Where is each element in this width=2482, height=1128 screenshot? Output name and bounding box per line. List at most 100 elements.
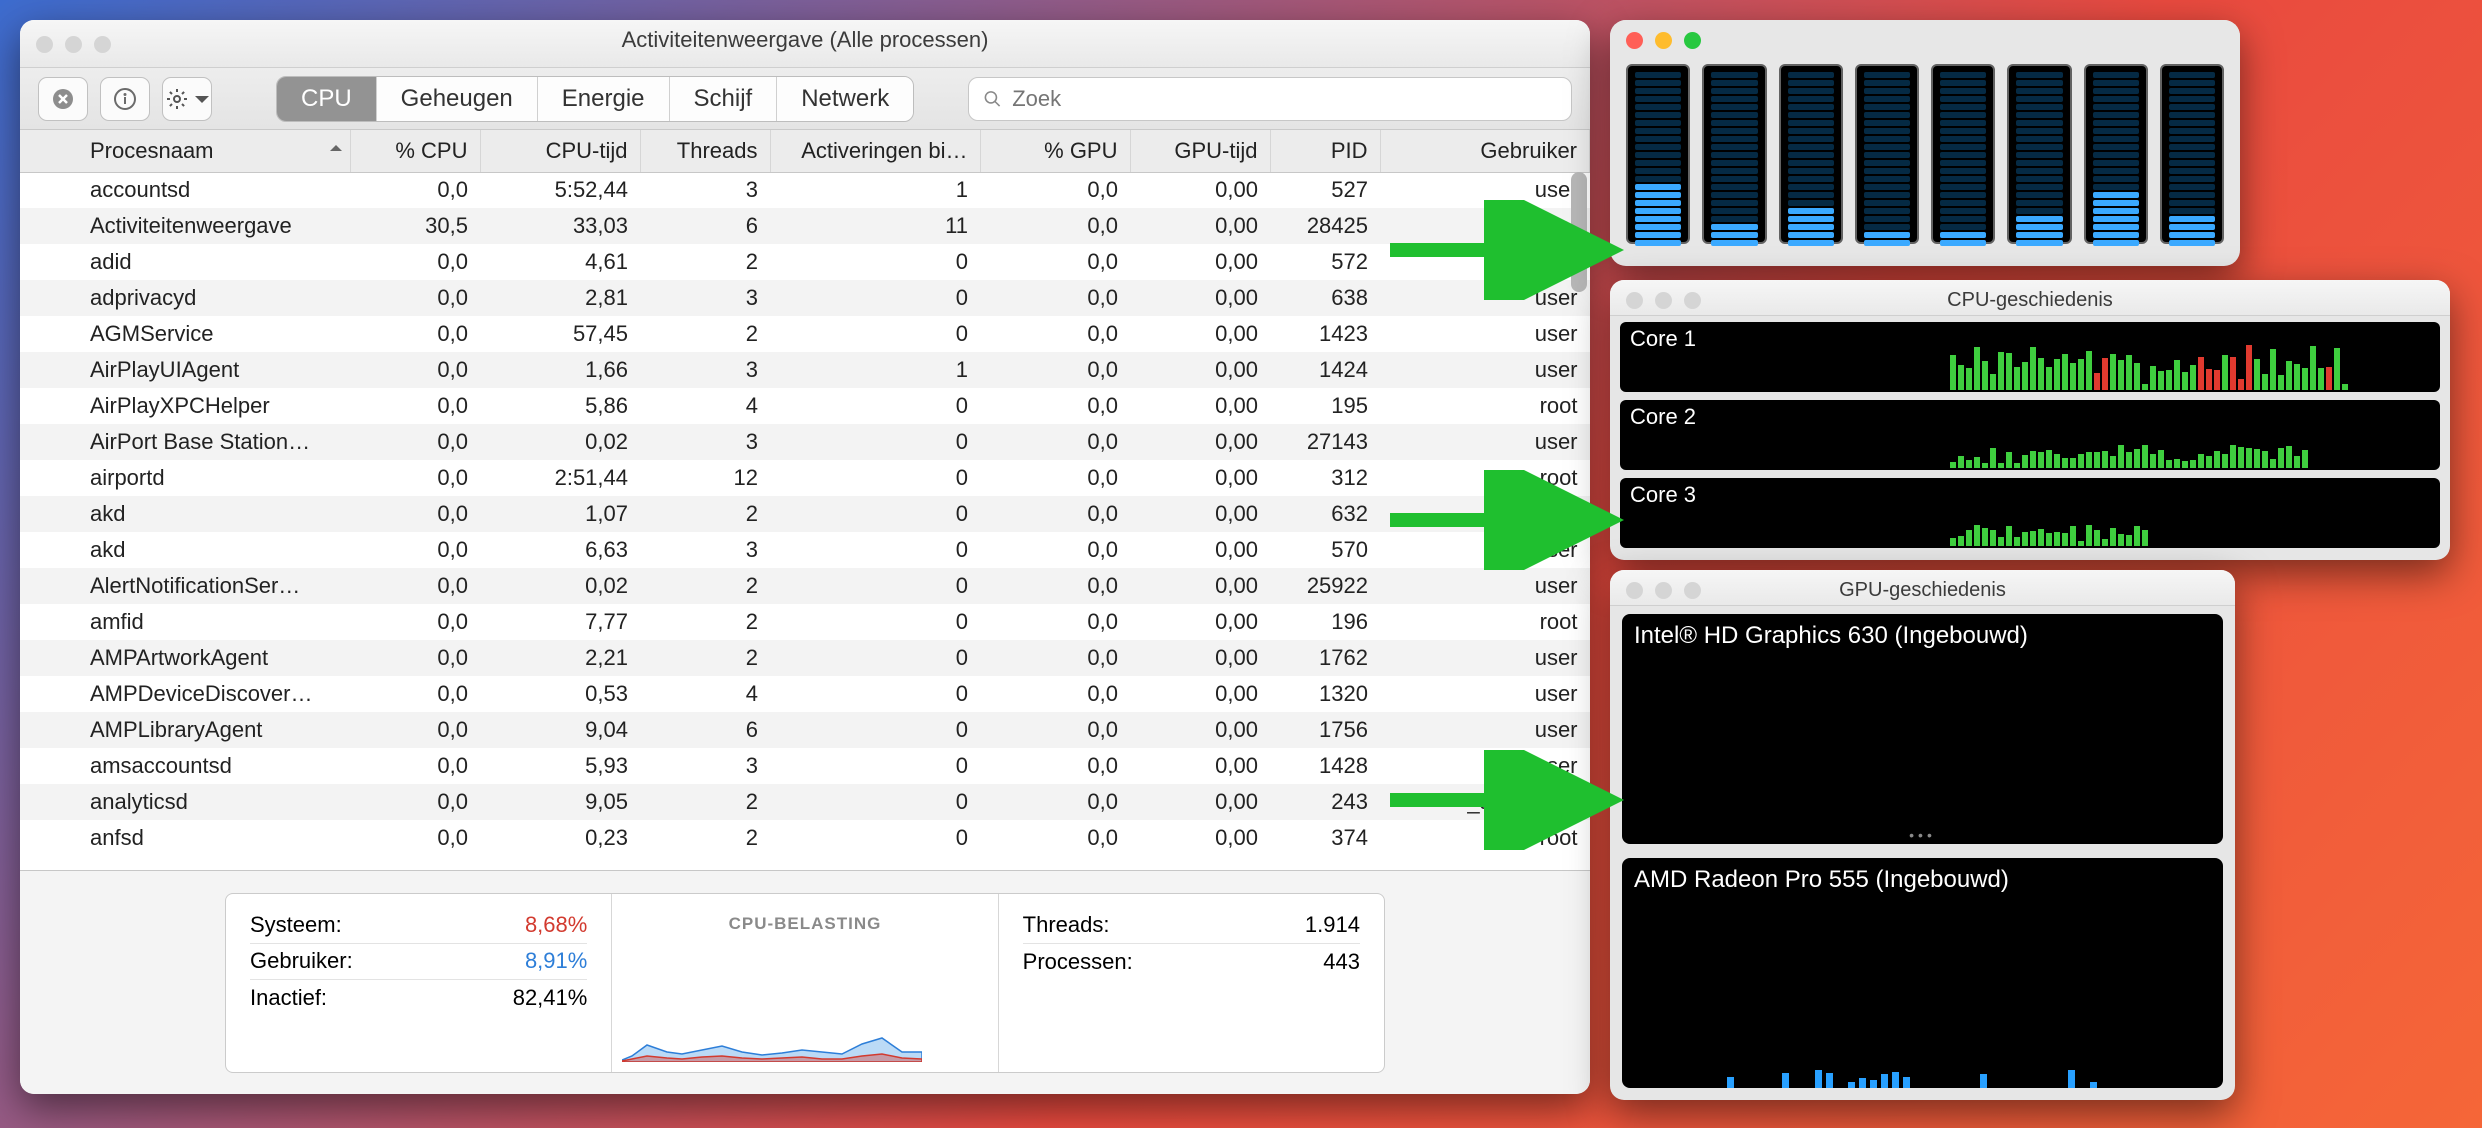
scrollbar[interactable] bbox=[1571, 172, 1587, 292]
gpu-history-window: GPU-geschiedenis Intel® HD Graphics 630 … bbox=[1610, 570, 2235, 1100]
table-row[interactable]: airportd0,02:51,441200,00,00312root bbox=[20, 460, 1590, 496]
sort-ascending-icon bbox=[330, 139, 342, 151]
cell-user: user bbox=[1380, 280, 1590, 316]
cell-cputime: 1,66 bbox=[480, 352, 640, 388]
cell-gputime: 0,00 bbox=[1130, 172, 1270, 208]
cell-pid: 638 bbox=[1270, 280, 1380, 316]
table-row[interactable]: AMPArtworkAgent0,02,21200,00,001762user bbox=[20, 640, 1590, 676]
core-label: Core 1 bbox=[1630, 326, 1696, 352]
column-header[interactable]: % CPU bbox=[350, 130, 480, 172]
column-header[interactable]: PID bbox=[1270, 130, 1380, 172]
table-row[interactable]: accountsd0,05:52,44310,00,00527user bbox=[20, 172, 1590, 208]
table-row[interactable]: akd0,01,07200,00,00632root bbox=[20, 496, 1590, 532]
cell-cpu: 0,0 bbox=[350, 316, 480, 352]
traffic-lights bbox=[1626, 32, 1701, 49]
column-header[interactable]: CPU-tijd bbox=[480, 130, 640, 172]
cell-pid: 1320 bbox=[1270, 676, 1380, 712]
cell-gputime: 0,00 bbox=[1130, 208, 1270, 244]
column-header[interactable]: GPU-tijd bbox=[1130, 130, 1270, 172]
titlebar[interactable]: GPU-geschiedenis bbox=[1610, 570, 2235, 606]
tab-schijf[interactable]: Schijf bbox=[670, 77, 778, 121]
column-header[interactable]: Gebruiker bbox=[1380, 130, 1590, 172]
cell-gpu: 0,0 bbox=[980, 172, 1130, 208]
maximize-icon[interactable] bbox=[1684, 32, 1701, 49]
table-row[interactable]: AirPlayUIAgent0,01,66310,00,001424user bbox=[20, 352, 1590, 388]
cell-threads: 2 bbox=[640, 496, 770, 532]
tab-energie[interactable]: Energie bbox=[538, 77, 670, 121]
column-header[interactable]: Activeringen bi… bbox=[770, 130, 980, 172]
cell-cpu: 0,0 bbox=[350, 496, 480, 532]
cell-act: 0 bbox=[770, 460, 980, 496]
cell-act: 1 bbox=[770, 352, 980, 388]
cell-cpu: 0,0 bbox=[350, 676, 480, 712]
titlebar[interactable] bbox=[1610, 20, 2240, 54]
info-button[interactable] bbox=[100, 77, 150, 121]
cell-cputime: 9,04 bbox=[480, 712, 640, 748]
table-row[interactable]: AGMService0,057,45200,00,001423user bbox=[20, 316, 1590, 352]
cell-threads: 4 bbox=[640, 388, 770, 424]
threads-value: 1.914 bbox=[1305, 912, 1360, 938]
cpu-meter bbox=[1855, 64, 1919, 244]
cell-cputime: 7,77 bbox=[480, 604, 640, 640]
cell-act: 0 bbox=[770, 532, 980, 568]
table-row[interactable]: AMPLibraryAgent0,09,04600,00,001756user bbox=[20, 712, 1590, 748]
minimize-icon[interactable] bbox=[1655, 32, 1672, 49]
cell-cputime: 1,07 bbox=[480, 496, 640, 532]
toolbar: CPUGeheugenEnergieSchijfNetwerk bbox=[20, 68, 1590, 130]
cell-threads: 2 bbox=[640, 244, 770, 280]
cell-name: amfid bbox=[20, 604, 350, 640]
table-row[interactable]: adid0,04,61200,00,00572_fpsd bbox=[20, 244, 1590, 280]
search-input[interactable] bbox=[1012, 86, 1557, 112]
table-row[interactable]: AirPort Base Station…0,00,02300,00,00271… bbox=[20, 424, 1590, 460]
tab-geheugen[interactable]: Geheugen bbox=[377, 77, 538, 121]
titlebar[interactable]: Activiteitenweergave (Alle processen) bbox=[20, 20, 1590, 68]
table-row[interactable]: amfid0,07,77200,00,00196root bbox=[20, 604, 1590, 640]
cell-cputime: 2:51,44 bbox=[480, 460, 640, 496]
cell-user: root bbox=[1380, 496, 1590, 532]
table-row[interactable]: amsaccountsd0,05,93300,00,001428user bbox=[20, 748, 1590, 784]
cell-user: user bbox=[1380, 208, 1590, 244]
cell-threads: 6 bbox=[640, 208, 770, 244]
cell-name: adid bbox=[20, 244, 350, 280]
table-row[interactable]: AMPDeviceDiscover…0,00,53400,00,001320us… bbox=[20, 676, 1590, 712]
table-row[interactable]: AlertNotificationSer…0,00,02200,00,00259… bbox=[20, 568, 1590, 604]
tab-cpu[interactable]: CPU bbox=[277, 77, 377, 121]
cell-pid: 632 bbox=[1270, 496, 1380, 532]
cell-pid: 195 bbox=[1270, 388, 1380, 424]
table-row[interactable]: analyticsd0,09,05200,00,00243_analyticsd bbox=[20, 784, 1590, 820]
cell-name: AirPlayUIAgent bbox=[20, 352, 350, 388]
stop-process-button[interactable] bbox=[38, 77, 88, 121]
resize-grip-icon[interactable]: ••• bbox=[1909, 827, 1936, 843]
cell-name: AirPlayXPCHelper bbox=[20, 388, 350, 424]
cell-act: 0 bbox=[770, 244, 980, 280]
cell-cputime: 5,86 bbox=[480, 388, 640, 424]
cell-cpu: 0,0 bbox=[350, 460, 480, 496]
cpu-meter bbox=[1931, 64, 1995, 244]
column-header[interactable]: % GPU bbox=[980, 130, 1130, 172]
titlebar[interactable]: CPU-geschiedenis bbox=[1610, 280, 2450, 316]
table-row[interactable]: AirPlayXPCHelper0,05,86400,00,00195root bbox=[20, 388, 1590, 424]
tab-netwerk[interactable]: Netwerk bbox=[777, 77, 913, 121]
cell-user: user bbox=[1380, 676, 1590, 712]
cell-name: AMPDeviceDiscover… bbox=[20, 676, 350, 712]
cell-threads: 2 bbox=[640, 820, 770, 856]
cpu-meter bbox=[1626, 64, 1690, 244]
cell-gputime: 0,00 bbox=[1130, 496, 1270, 532]
column-header[interactable]: Procesnaam bbox=[20, 130, 350, 172]
table-row[interactable]: adprivacyd0,02,81300,00,00638user bbox=[20, 280, 1590, 316]
core-row: Core 2 bbox=[1620, 400, 2440, 470]
cell-gpu: 0,0 bbox=[980, 748, 1130, 784]
cell-gputime: 0,00 bbox=[1130, 820, 1270, 856]
cell-act: 0 bbox=[770, 388, 980, 424]
user-label: Gebruiker: bbox=[250, 948, 353, 974]
table-row[interactable]: Activiteitenweergave30,533,036110,00,002… bbox=[20, 208, 1590, 244]
options-menu-button[interactable] bbox=[162, 77, 212, 121]
idle-label: Inactief: bbox=[250, 985, 327, 1011]
column-header[interactable]: Threads bbox=[640, 130, 770, 172]
search-field[interactable] bbox=[968, 77, 1572, 121]
table-row[interactable]: anfsd0,00,23200,00,00374root bbox=[20, 820, 1590, 856]
table-row[interactable]: akd0,06,63300,00,00570user bbox=[20, 532, 1590, 568]
cell-name: analyticsd bbox=[20, 784, 350, 820]
history-bars bbox=[1948, 322, 2440, 392]
close-icon[interactable] bbox=[1626, 32, 1643, 49]
